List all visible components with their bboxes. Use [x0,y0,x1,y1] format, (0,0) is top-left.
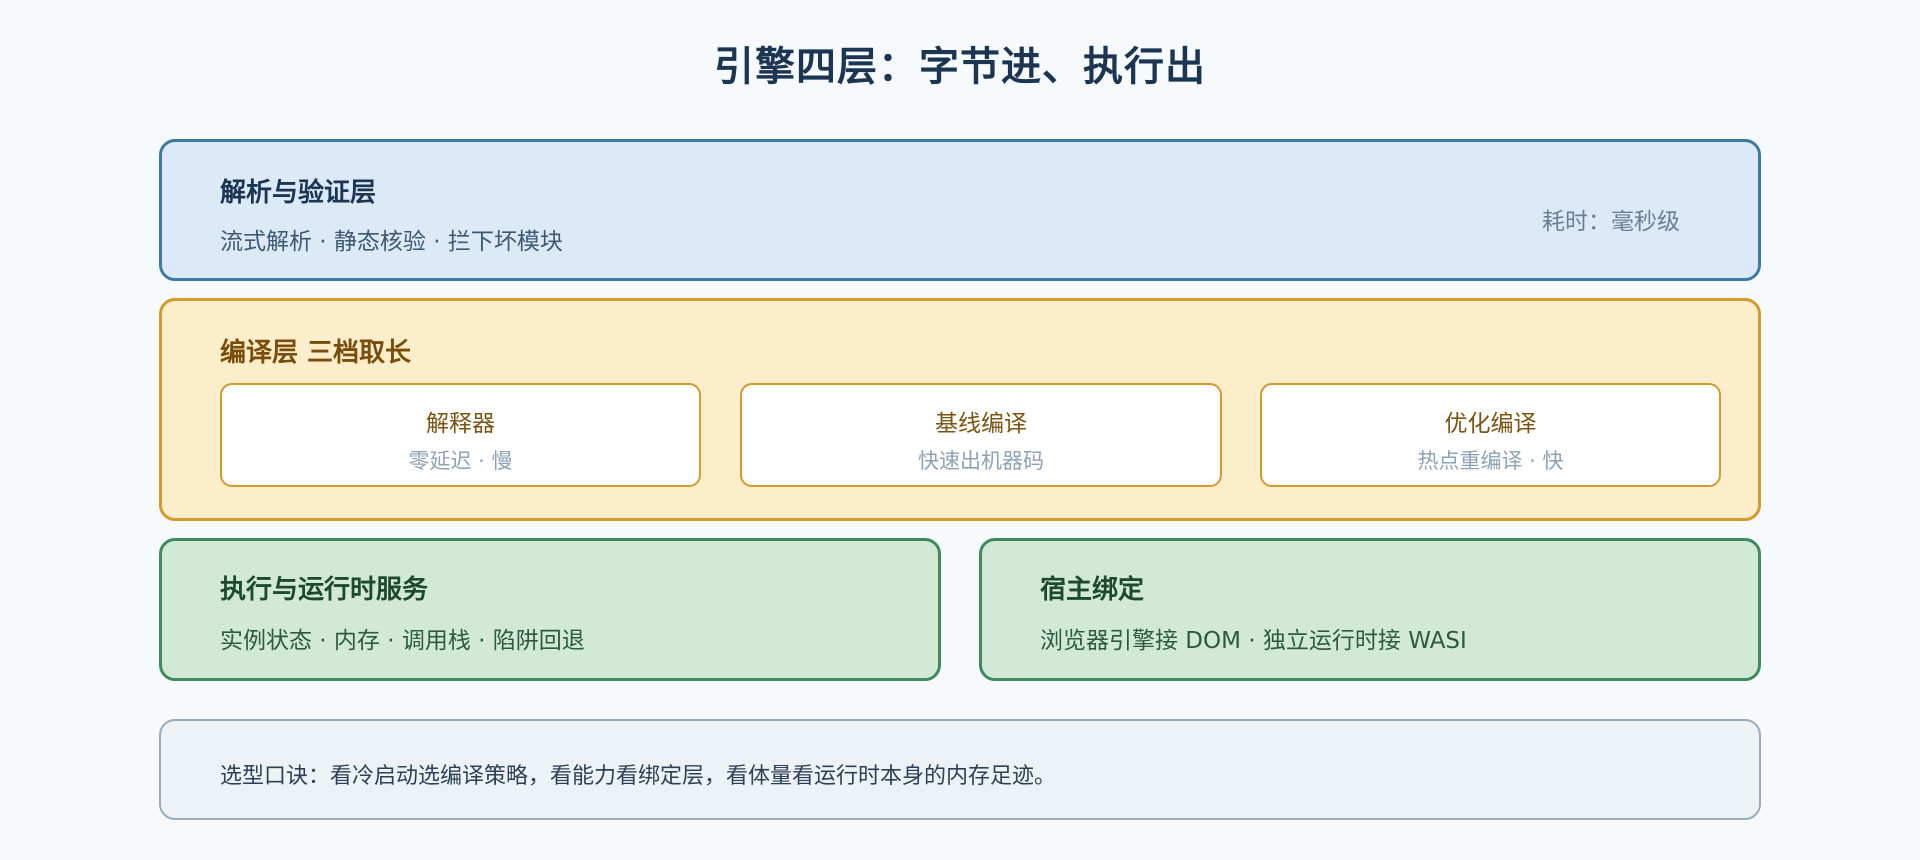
parse-layer-title: 解析与验证层 [220,178,377,208]
parse-layer-desc: 流式解析 · 静态核验 · 拦下坏模块 [220,229,563,255]
tier-interpreter: 解释器 零延迟 · 慢 [220,383,701,487]
tier-optimizing-compiler: 优化编译 热点重编译 · 快 [1260,383,1721,487]
selection-tip-text: 选型口诀：看冷启动选编译策略，看能力看绑定层，看体量看运行时本身的内存足迹。 [220,764,1057,789]
selection-tip-box: 选型口诀：看冷启动选编译策略，看能力看绑定层，看体量看运行时本身的内存足迹。 [159,719,1761,820]
compile-layer-title: 编译层 三档取长 [220,338,412,368]
tier-desc: 热点重编译 · 快 [1417,449,1564,473]
host-binding-layer: 宿主绑定 浏览器引擎接 DOM · 独立运行时接 WASI [979,538,1761,681]
tier-desc: 零延迟 · 慢 [408,449,513,473]
tier-name: 解释器 [426,411,495,437]
host-layer-title: 宿主绑定 [1040,575,1145,605]
exec-layer-desc: 实例状态 · 内存 · 调用栈 · 陷阱回退 [220,628,585,654]
parse-validate-layer: 解析与验证层 流式解析 · 静态核验 · 拦下坏模块 耗时：毫秒级 [159,139,1761,281]
tier-name: 优化编译 [1444,411,1537,437]
diagram-title: 引擎四层：字节进、执行出 [714,44,1206,90]
tier-name: 基线编译 [935,411,1027,437]
exec-layer-title: 执行与运行时服务 [220,575,429,605]
tier-desc: 快速出机器码 [918,449,1044,473]
parse-layer-time-note: 耗时：毫秒级 [1542,209,1680,235]
execution-runtime-layer: 执行与运行时服务 实例状态 · 内存 · 调用栈 · 陷阱回退 [159,538,941,681]
host-layer-desc: 浏览器引擎接 DOM · 独立运行时接 WASI [1040,628,1467,654]
tier-baseline-compiler: 基线编译 快速出机器码 [740,383,1222,487]
compile-layer: 编译层 三档取长 解释器 零延迟 · 慢 基线编译 快速出机器码 优化编译 热点… [159,298,1761,521]
